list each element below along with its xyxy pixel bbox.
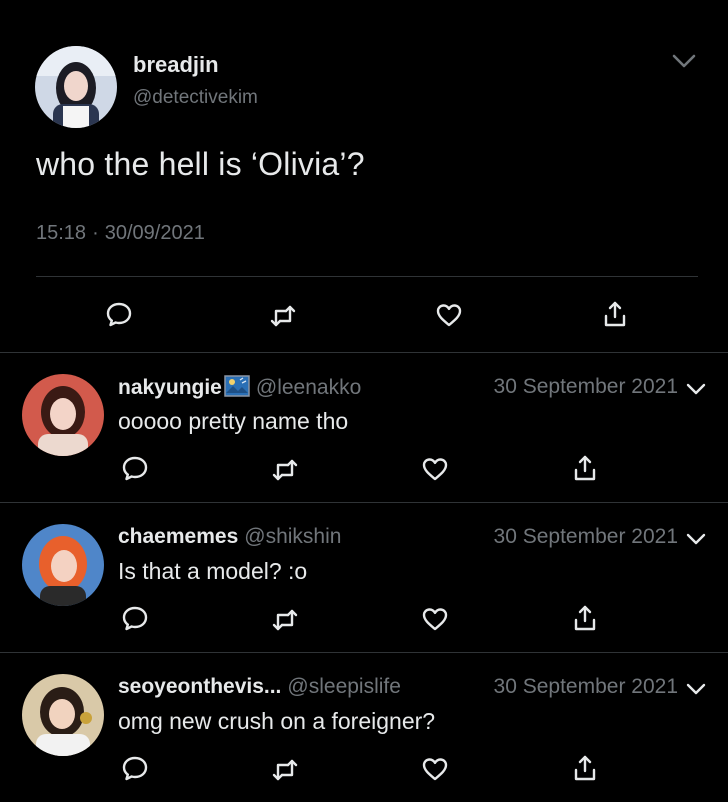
reply-header: chaememes @shikshin xyxy=(118,525,341,549)
chevron-down-icon[interactable] xyxy=(684,680,708,698)
chevron-down-icon[interactable] xyxy=(684,380,708,398)
author-handle[interactable]: @detectivekim xyxy=(133,87,258,109)
like-icon[interactable] xyxy=(420,604,450,634)
reply-text: ooooo pretty name tho xyxy=(118,408,349,434)
like-icon[interactable] xyxy=(434,300,464,330)
like-icon[interactable] xyxy=(420,454,450,484)
like-icon[interactable] xyxy=(420,754,450,784)
author-handle[interactable]: @leenakko xyxy=(256,376,361,399)
retweet-icon[interactable] xyxy=(270,755,300,785)
avatar[interactable] xyxy=(22,674,104,756)
reply-date[interactable]: 30 September 2021 xyxy=(494,525,678,549)
reply-icon[interactable] xyxy=(104,299,134,329)
avatar[interactable] xyxy=(35,46,117,128)
reply-text: omg new crush on a foreigner? xyxy=(118,708,436,734)
avatar[interactable] xyxy=(22,524,104,606)
reply-header: nakyungie @leenakko xyxy=(118,375,361,400)
reply-date[interactable]: 30 September 2021 xyxy=(494,675,678,699)
retweet-icon[interactable] xyxy=(268,301,298,331)
author-name[interactable]: seoyeonthevis... xyxy=(118,675,281,698)
avatar[interactable] xyxy=(22,374,104,456)
reply-icon[interactable] xyxy=(120,753,150,783)
avatar-image xyxy=(22,524,104,606)
tweet-text: who the hell is ‘Olivia’? xyxy=(36,146,365,182)
reply-text: Is that a model? :o xyxy=(118,558,308,584)
reply-date[interactable]: 30 September 2021 xyxy=(494,375,678,399)
reply-icon[interactable] xyxy=(120,453,150,483)
author-handle[interactable]: @shikshin xyxy=(244,525,341,548)
painting-emoji-icon xyxy=(224,375,250,397)
share-icon[interactable] xyxy=(570,453,600,483)
chevron-down-icon[interactable] xyxy=(684,530,708,548)
reply-tweet[interactable]: chaememes @shikshin 30 September 2021 Is … xyxy=(0,502,728,652)
avatar-image xyxy=(22,674,104,756)
divider xyxy=(36,276,698,277)
separator-dot: · xyxy=(92,222,99,244)
tweet-timestamp: 15:18 · 30/09/2021 xyxy=(36,222,205,245)
tweet-date: 30/09/2021 xyxy=(104,222,205,244)
avatar-image xyxy=(22,374,104,456)
share-icon[interactable] xyxy=(570,753,600,783)
reply-icon[interactable] xyxy=(120,603,150,633)
author-name[interactable]: nakyungie xyxy=(118,376,222,399)
share-icon[interactable] xyxy=(570,603,600,633)
reply-tweet[interactable]: seoyeonthevis... @sleepislife 30 Septembe… xyxy=(0,652,728,802)
reply-tweet[interactable]: nakyungie @leenakko 30 September 2021 ooo… xyxy=(0,352,728,502)
retweet-icon[interactable] xyxy=(270,605,300,635)
author-name[interactable]: chaememes xyxy=(118,525,238,548)
main-tweet: breadjin @detectivekim who the hell is ‘… xyxy=(0,0,728,352)
share-icon[interactable] xyxy=(600,299,630,329)
author-name[interactable]: breadjin xyxy=(133,52,219,78)
avatar-image xyxy=(35,46,117,128)
reply-header: seoyeonthevis... @sleepislife xyxy=(118,675,401,699)
chevron-down-icon[interactable] xyxy=(670,50,698,72)
retweet-icon[interactable] xyxy=(270,455,300,485)
author-handle[interactable]: @sleepislife xyxy=(287,675,401,698)
tweet-time: 15:18 xyxy=(36,222,87,244)
